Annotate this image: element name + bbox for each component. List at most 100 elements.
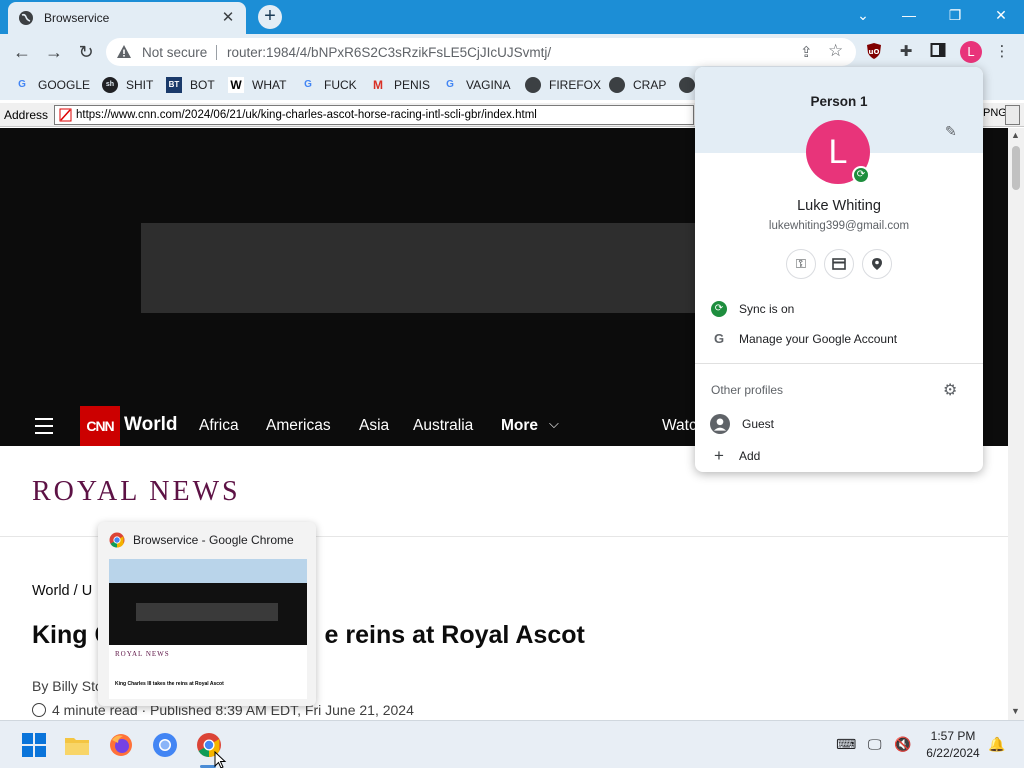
arrow-left-icon: ←: [13, 42, 31, 62]
reload-button[interactable]: ↻: [74, 40, 98, 64]
bookmark-label: FIREFOX: [549, 78, 602, 92]
tab-browservice[interactable]: Browservice ✕: [8, 2, 246, 34]
mouse-cursor-icon: [214, 751, 227, 768]
preview-thumbnail[interactable]: ROYAL NEWS King Charles III takes the re…: [109, 559, 307, 699]
extensions-puzzle-icon[interactable]: ✚: [896, 42, 916, 62]
addresses-button[interactable]: [862, 249, 892, 279]
notification-bell-icon[interactable]: 🔔: [988, 736, 1005, 753]
sync-status-row[interactable]: ⟳ Sync is on: [695, 294, 983, 324]
google-icon: G: [713, 331, 725, 346]
network-icon[interactable]: 🖵: [868, 736, 882, 753]
side-panel-icon[interactable]: [928, 42, 948, 62]
hamburger-menu-icon[interactable]: [35, 418, 53, 434]
thumb-ad: [136, 603, 278, 621]
nav-more-button[interactable]: More: [501, 417, 538, 435]
page-scrollbar[interactable]: ▲ ▼: [1008, 128, 1024, 720]
google-icon: G: [304, 79, 312, 90]
thumb-headline: King Charles III takes the reins at Roya…: [115, 681, 224, 687]
tab-strip: Browservice ✕ + ⌄ — ❐ ✕: [0, 0, 1024, 34]
format-spinner[interactable]: [1005, 105, 1020, 125]
globe-icon: [19, 11, 33, 25]
omnibox[interactable]: Not secure router:1984/4/bNPxR6S2C3sRzik…: [106, 38, 856, 66]
sync-status-text: Sync is on: [739, 302, 795, 316]
globe-icon: [609, 77, 625, 93]
scroll-down-arrow-icon[interactable]: ▼: [1011, 706, 1020, 716]
cnn-logo[interactable]: CNN: [80, 406, 120, 446]
chrome-menu-icon[interactable]: ⋮: [992, 42, 1012, 62]
cnn-section-title[interactable]: World: [124, 414, 177, 436]
nav-link-americas[interactable]: Americas: [266, 417, 331, 435]
tab-close-icon[interactable]: ✕: [220, 10, 236, 26]
chromium-icon[interactable]: [151, 731, 179, 759]
profile-menu: Person 1 ✎ L ⟳ Luke Whiting lukewhiting3…: [695, 67, 983, 472]
bookmark-label: SHIT: [126, 78, 154, 92]
bookmark-shit[interactable]: sh SHIT: [102, 77, 153, 93]
other-profiles-heading: Other profiles: [711, 383, 784, 397]
clock-time[interactable]: 1:57 PM: [918, 729, 988, 743]
bookmark-fuck[interactable]: G FUCK: [300, 77, 357, 93]
guest-profile-row[interactable]: Guest: [695, 409, 983, 439]
bookmark-firefox[interactable]: FIREFOX: [525, 77, 601, 93]
address-label: Address: [4, 108, 49, 122]
address-field[interactable]: https://www.cnn.com/2024/06/21/uk/king-c…: [54, 105, 694, 125]
tab-title: Browservice: [44, 11, 110, 25]
gmail-icon: M: [373, 78, 383, 92]
nav-link-asia[interactable]: Asia: [359, 417, 389, 435]
plus-icon: +: [714, 446, 724, 465]
omnibox-url[interactable]: router:1984/4/bNPxR6S2C3sRzikFsLE5CjJIcU…: [227, 45, 551, 60]
scroll-up-arrow-icon[interactable]: ▲: [1011, 130, 1020, 140]
bookmark-label: FUCK: [324, 78, 357, 92]
add-profile-row[interactable]: + Add: [695, 441, 983, 471]
clock-date[interactable]: 6/22/2024: [918, 746, 988, 760]
manage-account-text: Manage your Google Account: [739, 332, 898, 346]
passwords-key-button[interactable]: ⚿: [786, 249, 816, 279]
thumb-banner: ROYAL NEWS: [115, 650, 170, 658]
close-window-button[interactable]: ✕: [978, 0, 1024, 30]
bookmark-label: PENIS: [394, 78, 431, 92]
breadcrumb[interactable]: World / U: [32, 583, 92, 599]
new-tab-button[interactable]: +: [258, 5, 282, 29]
bt-icon: BT: [166, 77, 182, 93]
payment-methods-button[interactable]: [824, 249, 854, 279]
royal-news-banner[interactable]: ROYAL NEWS: [32, 476, 241, 508]
forward-button[interactable]: →: [42, 40, 66, 64]
tab-search-button[interactable]: ⌄: [840, 0, 886, 30]
guest-label: Guest: [742, 417, 775, 431]
add-profile-label: Add: [739, 449, 761, 463]
nav-link-australia[interactable]: Australia: [413, 417, 473, 435]
keyboard-icon[interactable]: ⌨: [836, 736, 856, 753]
bookmark-what[interactable]: W WHAT: [228, 77, 286, 93]
minimize-button[interactable]: —: [886, 0, 932, 30]
file-explorer-icon[interactable]: [63, 731, 91, 759]
security-status[interactable]: Not secure: [142, 45, 207, 60]
share-icon[interactable]: ⇪: [800, 43, 813, 61]
restore-button[interactable]: ❐: [932, 0, 978, 30]
nav-link-africa[interactable]: Africa: [199, 417, 239, 435]
location-pin-icon: [872, 258, 882, 270]
bookmark-label: BOT: [190, 78, 215, 92]
bookmark-bot[interactable]: BT BOT: [166, 77, 215, 93]
bookmark-star-icon[interactable]: ☆: [828, 41, 843, 61]
windows-start-icon[interactable]: [20, 731, 48, 759]
nav-watch-link[interactable]: Watc: [662, 417, 697, 435]
scrollbar-thumb[interactable]: [1012, 146, 1020, 190]
firefox-icon[interactable]: [107, 731, 135, 759]
volume-muted-icon[interactable]: 🔇: [894, 736, 911, 753]
back-button[interactable]: ←: [10, 40, 34, 64]
bookmark-vagina[interactable]: G VAGINA: [442, 77, 510, 93]
bookmark-google[interactable]: G GOOGLE: [14, 77, 90, 93]
taskbar-window-preview[interactable]: Browservice - Google Chrome ROYAL NEWS K…: [98, 522, 316, 706]
edit-pencil-icon[interactable]: ✎: [945, 123, 961, 139]
address-url[interactable]: https://www.cnn.com/2024/06/21/uk/king-c…: [76, 109, 537, 121]
bookmark-label: VAGINA: [466, 78, 511, 92]
bookmark-penis[interactable]: M PENIS: [370, 77, 430, 93]
image-format-label[interactable]: PNG: [983, 107, 1007, 119]
ublock-extension-icon[interactable]: uO: [864, 42, 884, 62]
manage-account-row[interactable]: G Manage your Google Account: [695, 324, 983, 354]
w-icon: W: [228, 77, 244, 93]
clock-icon: [32, 703, 46, 717]
gear-icon[interactable]: ⚙: [943, 380, 957, 400]
profile-avatar-button[interactable]: L: [960, 41, 982, 63]
bookmark-crap[interactable]: CRAP: [609, 77, 666, 93]
sh-icon: sh: [102, 77, 118, 93]
